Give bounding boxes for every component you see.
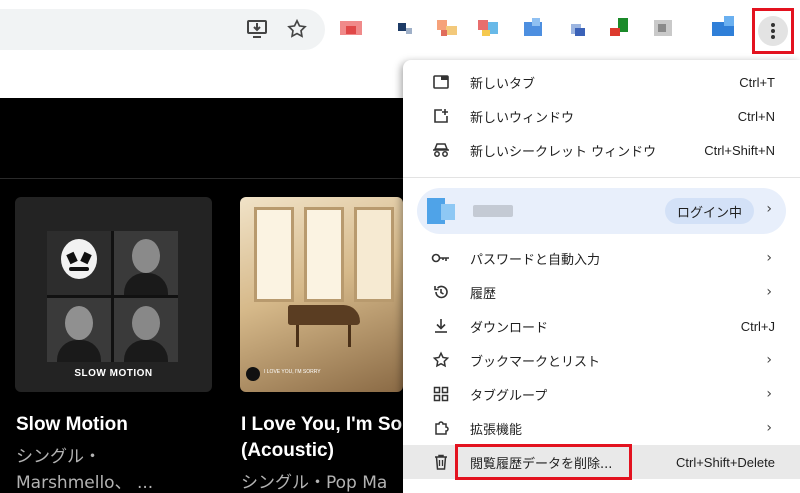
bookmark-icon[interactable] <box>437 16 459 38</box>
tab-groups-icon <box>431 384 451 404</box>
bookmark-icon[interactable] <box>712 16 734 38</box>
shortcut-label: Ctrl+J <box>740 318 775 334</box>
install-app-icon[interactable] <box>244 16 270 42</box>
label-logo-icon <box>246 367 260 381</box>
menu-item-new-window[interactable]: 新しいウィンドウ Ctrl+N <box>403 99 800 133</box>
menu-item-history[interactable]: 履歴 › <box>403 275 800 309</box>
album-art-text: SLOW MOTION <box>74 368 153 379</box>
browser-toolbar <box>0 0 800 60</box>
more-vert-icon <box>758 16 788 46</box>
extensions-icon <box>431 418 451 438</box>
new-tab-icon <box>431 72 451 92</box>
card-artists[interactable]: Marshmello、 ... <box>16 468 153 493</box>
card-subtitle: シングル・ <box>16 447 101 467</box>
menu-item-label: 新しいウィンドウ <box>470 110 575 126</box>
menu-item-label: ブックマークとリスト <box>470 354 601 370</box>
card-title[interactable]: I Love You, I'm Sor <box>241 414 410 436</box>
key-icon <box>431 248 451 268</box>
menu-item-incognito[interactable]: 新しいシークレット ウィンドウ Ctrl+Shift+N <box>403 133 800 167</box>
highlight-box <box>455 444 632 480</box>
chevron-right-icon: › <box>766 201 772 217</box>
chrome-menu: 新しいタブ Ctrl+T 新しいウィンドウ Ctrl+N 新しいシークレット ウ… <box>403 60 800 493</box>
shortcut-label: Ctrl+Shift+Delete <box>676 454 775 470</box>
menu-item-new-tab[interactable]: 新しいタブ Ctrl+T <box>403 65 800 99</box>
menu-item-bookmarks[interactable]: ブックマークとリスト › <box>403 343 800 377</box>
card-title-line2[interactable]: (Acoustic) <box>241 440 334 462</box>
card-title[interactable]: Slow Motion <box>16 414 128 436</box>
history-icon <box>431 282 451 302</box>
menu-item-tab-groups[interactable]: タブグループ › <box>403 377 800 411</box>
artist-photo <box>114 231 178 295</box>
album-art-text: I LOVE YOU, I'M SORRY <box>264 369 321 375</box>
menu-item-label: パスワードと自動入力 <box>470 252 601 268</box>
chevron-right-icon: › <box>766 386 772 402</box>
shortcut-label: Ctrl+T <box>739 74 775 90</box>
bookmark-icon[interactable] <box>652 16 674 38</box>
new-window-icon <box>431 106 451 126</box>
signed-in-badge: ログイン中 <box>665 198 755 224</box>
chrome-menu-button[interactable] <box>752 8 794 54</box>
avatar <box>427 198 455 224</box>
menu-item-downloads[interactable]: ダウンロード Ctrl+J <box>403 309 800 343</box>
menu-item-label: ダウンロード <box>470 320 549 336</box>
bookmark-icon[interactable] <box>340 16 362 38</box>
artist-photo <box>114 298 178 362</box>
address-bar[interactable] <box>0 9 325 50</box>
album-art-slow-motion[interactable]: SLOW MOTION <box>15 197 212 392</box>
menu-item-label: 履歴 <box>470 286 497 302</box>
menu-item-label: タブグループ <box>470 388 548 404</box>
menu-item-passwords[interactable]: パスワードと自動入力 › <box>403 241 800 275</box>
profile-row[interactable]: ログイン中 › <box>417 188 786 234</box>
menu-item-label: 拡張機能 <box>470 422 523 438</box>
bookmark-icon[interactable] <box>567 16 589 38</box>
trash-icon <box>431 452 451 472</box>
window-shape <box>304 207 344 302</box>
star-icon <box>431 350 451 370</box>
shortcut-label: Ctrl+N <box>737 108 775 124</box>
album-art-i-love-you[interactable]: I LOVE YOU, I'M SORRY <box>240 197 403 392</box>
bookmark-star-icon[interactable] <box>284 16 310 42</box>
menu-separator <box>403 177 800 178</box>
chevron-right-icon: › <box>766 352 772 368</box>
bookmark-icon[interactable] <box>396 16 418 38</box>
bookmark-icon[interactable] <box>478 16 500 38</box>
menu-item-label: 新しいシークレット ウィンドウ <box>470 144 657 160</box>
download-icon <box>431 316 451 336</box>
bookmark-icon[interactable] <box>522 16 544 38</box>
artist-photo <box>47 231 111 295</box>
chevron-right-icon: › <box>766 250 772 266</box>
shortcut-label: Ctrl+Shift+N <box>704 142 775 158</box>
artist-photo <box>47 298 111 362</box>
window-shape <box>354 207 394 302</box>
profile-name-blurred <box>473 205 513 217</box>
card-subtitle: シングル・Pop Ma <box>241 473 388 493</box>
chevron-right-icon: › <box>766 420 772 436</box>
bookmark-icon[interactable] <box>610 16 632 38</box>
chevron-right-icon: › <box>766 284 772 300</box>
menu-item-extensions[interactable]: 拡張機能 › <box>403 411 800 445</box>
piano-shape <box>288 305 360 325</box>
menu-item-label: 新しいタブ <box>470 76 536 92</box>
incognito-icon <box>431 140 451 160</box>
window-shape <box>254 207 294 302</box>
